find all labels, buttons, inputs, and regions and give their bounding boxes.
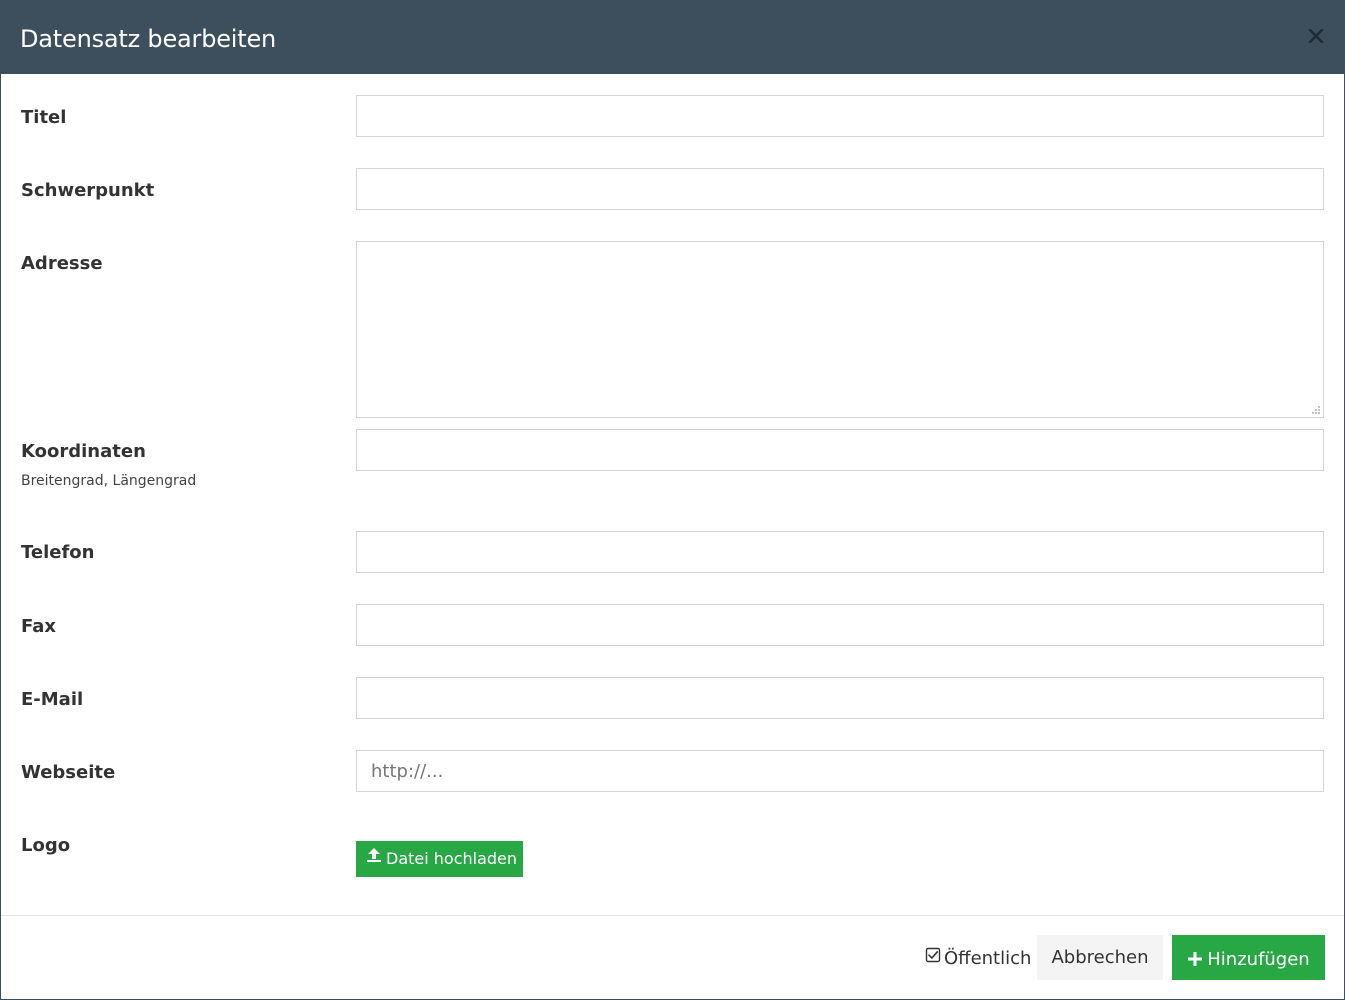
title-input[interactable] [356, 95, 1324, 137]
email-input[interactable] [356, 677, 1324, 719]
public-checkbox[interactable]: Öffentlich [925, 946, 1031, 972]
website-input[interactable] [356, 750, 1324, 792]
logo-label: Logo [21, 835, 71, 856]
public-checkbox-label: Öffentlich [944, 948, 1032, 969]
footer-divider [1, 915, 1344, 916]
edit-record-dialog: Datensatz bearbeiten Titel Schwerpunkt A… [0, 0, 1345, 1000]
website-label: Webseite [21, 762, 116, 783]
upload-icon [366, 840, 382, 876]
phone-input[interactable] [356, 531, 1324, 573]
upload-file-label: Datei hochladen [386, 849, 518, 868]
close-icon [1308, 28, 1324, 44]
close-button[interactable] [1304, 23, 1328, 49]
focus-label: Schwerpunkt [21, 180, 155, 201]
add-button-label: Hinzufügen [1207, 948, 1310, 970]
address-textarea[interactable] [356, 241, 1324, 418]
title-label: Titel [21, 107, 67, 128]
dialog-header: Datensatz bearbeiten [1, 1, 1344, 74]
resize-grip-icon[interactable] [1311, 405, 1321, 415]
fax-label: Fax [21, 616, 56, 637]
coordinates-label: Koordinaten [21, 441, 146, 462]
email-label: E-Mail [21, 689, 84, 710]
focus-input[interactable] [356, 168, 1324, 210]
cancel-button[interactable]: Abbrechen [1037, 935, 1163, 980]
plus-icon [1187, 946, 1203, 970]
address-label: Adresse [21, 253, 103, 274]
checkbox-checked-icon [925, 945, 941, 971]
fax-input[interactable] [356, 604, 1324, 646]
coordinates-input[interactable] [356, 429, 1324, 471]
add-button[interactable]: Hinzufügen [1172, 935, 1325, 980]
coordinates-hint: Breitengrad, Längengrad [21, 473, 197, 489]
upload-file-button[interactable]: Datei hochladen [356, 841, 523, 877]
dialog-title: Datensatz bearbeiten [20, 25, 277, 53]
phone-label: Telefon [21, 542, 95, 563]
